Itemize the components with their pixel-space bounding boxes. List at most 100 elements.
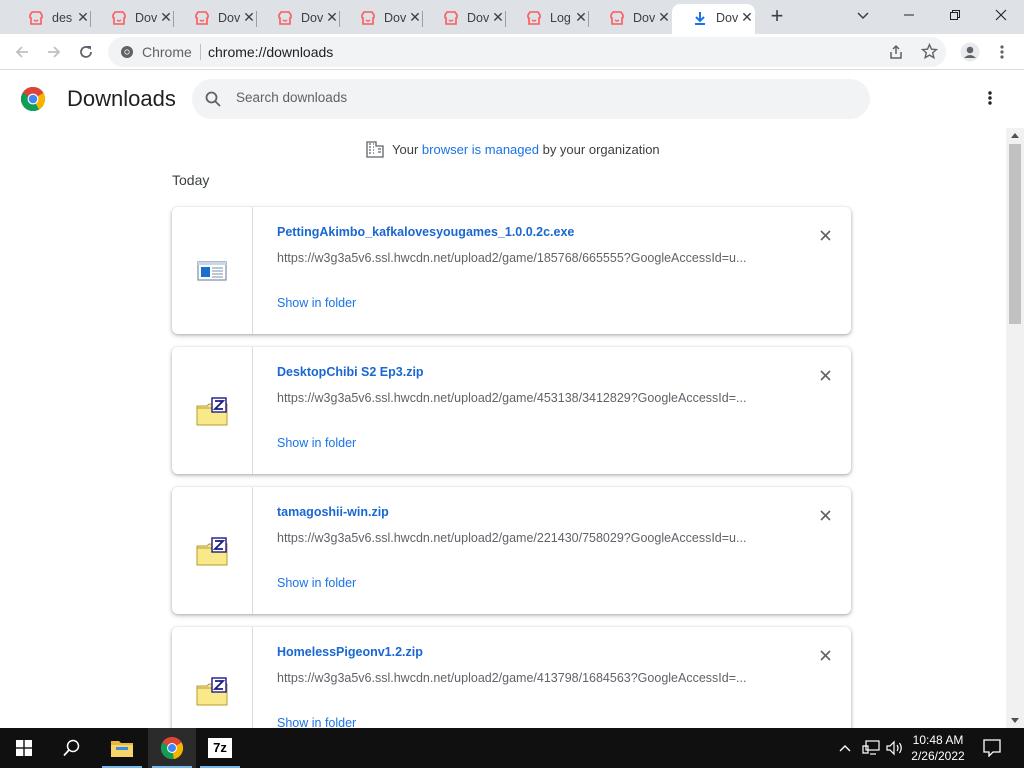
- bookmark-button[interactable]: [920, 42, 939, 65]
- itch-icon: [195, 11, 209, 25]
- site-chip-label: Chrome: [142, 44, 192, 60]
- close-icon[interactable]: ✕: [491, 10, 505, 24]
- start-button[interactable]: [0, 728, 48, 768]
- downloads-more-menu-button[interactable]: [978, 86, 1002, 110]
- close-icon[interactable]: ✕: [657, 10, 671, 24]
- share-icon: [890, 44, 902, 59]
- taskbar-file-explorer[interactable]: [98, 728, 146, 768]
- close-window-button[interactable]: [978, 0, 1024, 30]
- file-explorer-icon: [111, 741, 133, 757]
- url-text[interactable]: chrome://downloads: [208, 44, 333, 60]
- building-icon: [366, 141, 384, 158]
- show-in-folder-link[interactable]: Show in folder: [277, 296, 356, 310]
- tab-title: Dov: [633, 11, 655, 25]
- show-in-folder-link[interactable]: Show in folder: [277, 436, 356, 450]
- managed-notice: Your browser is managed by your organiza…: [366, 140, 660, 158]
- tab-title: des: [52, 11, 73, 25]
- reload-button[interactable]: [74, 40, 98, 64]
- taskbar-chrome[interactable]: [148, 728, 196, 768]
- close-icon: [819, 369, 831, 381]
- file-name-link[interactable]: tamagoshii-win.zip: [277, 505, 389, 519]
- share-button[interactable]: [888, 44, 904, 65]
- browser-toolbar: Chrome chrome://downloads: [0, 34, 1024, 70]
- close-icon[interactable]: ✕: [740, 10, 754, 24]
- avatar-icon: [960, 42, 980, 62]
- file-icon-column: [172, 347, 253, 474]
- tab-1[interactable]: des ✕: [8, 4, 91, 32]
- tab-6[interactable]: Dov ✕: [423, 4, 506, 32]
- close-icon[interactable]: ✕: [325, 10, 339, 24]
- scroll-down-arrow-icon: [1011, 718, 1019, 723]
- remove-download-button[interactable]: [815, 645, 835, 665]
- scroll-up-button[interactable]: [1006, 128, 1024, 142]
- itch-icon: [112, 11, 126, 25]
- tab-2[interactable]: Dov ✕: [91, 4, 174, 32]
- scrollbar-thumb[interactable]: [1009, 144, 1021, 324]
- back-button[interactable]: [10, 40, 34, 64]
- profile-button[interactable]: [958, 40, 982, 64]
- search-button[interactable]: [48, 728, 96, 768]
- tab-title: Dov: [384, 11, 406, 25]
- search-input[interactable]: [236, 90, 836, 105]
- tab-title: Dov: [467, 11, 489, 25]
- show-hidden-icons-button[interactable]: [836, 738, 854, 758]
- itch-icon: [361, 11, 375, 25]
- tab-7[interactable]: Log ✕: [506, 4, 589, 32]
- tab-downloads[interactable]: Dov ✕: [672, 4, 755, 34]
- action-center-button[interactable]: [980, 738, 1004, 758]
- remove-download-button[interactable]: [815, 225, 835, 245]
- close-icon[interactable]: ✕: [408, 10, 422, 24]
- scroll-down-button[interactable]: [1006, 714, 1024, 728]
- tab-5[interactable]: Dov ✕: [340, 4, 423, 32]
- search-icon: [63, 739, 80, 757]
- close-icon[interactable]: ✕: [76, 10, 90, 24]
- tab-title: Dov: [218, 11, 240, 25]
- search-icon: [205, 91, 221, 107]
- close-icon[interactable]: ✕: [574, 10, 588, 24]
- file-source-url[interactable]: https://w3g3a5v6.ssl.hwcdn.net/upload2/g…: [277, 531, 777, 545]
- file-source-url[interactable]: https://w3g3a5v6.ssl.hwcdn.net/upload2/g…: [277, 671, 777, 685]
- close-icon: [995, 9, 1007, 21]
- network-icon: [862, 740, 880, 755]
- new-tab-button[interactable]: +: [766, 5, 788, 28]
- omnibox-divider: [200, 44, 201, 60]
- close-icon: [819, 509, 831, 521]
- back-arrow-icon: [15, 46, 28, 58]
- network-button[interactable]: [860, 738, 882, 758]
- tab-search-button[interactable]: [840, 0, 886, 30]
- download-item: DesktopChibi S2 Ep3.zip https://w3g3a5v6…: [172, 347, 851, 474]
- file-source-url[interactable]: https://w3g3a5v6.ssl.hwcdn.net/upload2/g…: [277, 391, 777, 405]
- address-bar[interactable]: Chrome chrome://downloads: [108, 37, 946, 67]
- minimize-icon: [904, 14, 914, 16]
- tab-8[interactable]: Dov ✕: [589, 4, 672, 32]
- tab-3[interactable]: Dov ✕: [174, 4, 257, 32]
- volume-button[interactable]: [884, 738, 906, 758]
- restore-button[interactable]: [932, 0, 978, 30]
- forward-button[interactable]: [42, 40, 66, 64]
- taskbar-7zip[interactable]: 7z: [196, 728, 244, 768]
- managed-link[interactable]: browser is managed: [422, 142, 539, 157]
- close-icon[interactable]: ✕: [242, 10, 256, 24]
- tab-4[interactable]: Dov ✕: [257, 4, 340, 32]
- show-in-folder-link[interactable]: Show in folder: [277, 576, 356, 590]
- tab-strip: des ✕ Dov ✕ Dov ✕ Dov ✕ Dov ✕ Dov ✕ Log …: [0, 0, 1024, 34]
- minimize-button[interactable]: [886, 0, 932, 30]
- taskbar-clock[interactable]: 10:48 AM 2/26/2022: [906, 732, 970, 764]
- remove-download-button[interactable]: [815, 505, 835, 525]
- page-scrollbar[interactable]: [1006, 128, 1024, 728]
- file-source-url[interactable]: https://w3g3a5v6.ssl.hwcdn.net/upload2/g…: [277, 251, 777, 265]
- chrome-menu-button[interactable]: [990, 40, 1014, 64]
- close-icon: [819, 229, 831, 241]
- file-name-link[interactable]: PettingAkimbo_kafkalovesyougames_1.0.0.2…: [277, 225, 574, 239]
- remove-download-button[interactable]: [815, 365, 835, 385]
- tab-title: Dov: [716, 11, 738, 25]
- close-icon[interactable]: ✕: [159, 10, 173, 24]
- managed-prefix: Your: [392, 141, 419, 157]
- file-name-link[interactable]: DesktopChibi S2 Ep3.zip: [277, 365, 424, 379]
- search-bar[interactable]: [192, 79, 870, 119]
- file-name-link[interactable]: HomelessPigeonv1.2.zip: [277, 645, 423, 659]
- show-in-folder-link[interactable]: Show in folder: [277, 716, 356, 728]
- chrome-icon: [121, 46, 133, 58]
- clock-date: 2/26/2022: [911, 749, 965, 763]
- itch-icon: [444, 11, 458, 25]
